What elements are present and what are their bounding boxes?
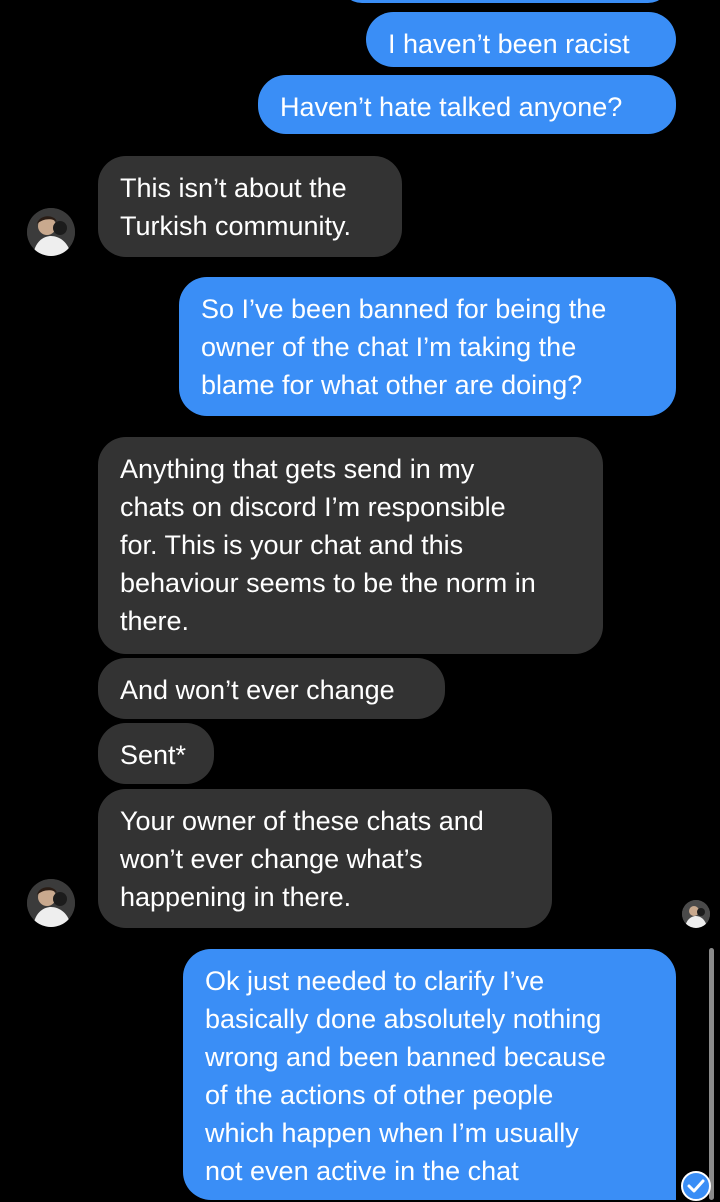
message-bubble-received[interactable]: Anything that gets send in my chats on d… <box>98 437 603 654</box>
message-bubble-sent[interactable]: I haven’t been racist <box>366 12 676 67</box>
clipped-sent-bubble <box>340 0 670 3</box>
message-bubble-sent[interactable]: Haven’t hate talked anyone? <box>258 75 676 134</box>
read-check-icon <box>680 1170 712 1202</box>
contact-avatar-icon[interactable] <box>27 879 75 927</box>
message-bubble-received[interactable]: This isn’t about the Turkish community. <box>98 156 402 257</box>
contact-avatar-icon[interactable] <box>27 208 75 256</box>
message-bubble-received[interactable]: Sent* <box>98 723 214 784</box>
message-bubble-sent[interactable]: Ok just needed to clarify I’ve basically… <box>183 949 676 1200</box>
message-bubble-received[interactable]: Your owner of these chats and won’t ever… <box>98 789 552 928</box>
seen-avatar-icon <box>682 900 710 928</box>
message-bubble-sent[interactable]: So I’ve been banned for being the owner … <box>179 277 676 416</box>
message-bubble-received[interactable]: And won’t ever change <box>98 658 445 719</box>
scrollbar[interactable] <box>709 948 714 1200</box>
